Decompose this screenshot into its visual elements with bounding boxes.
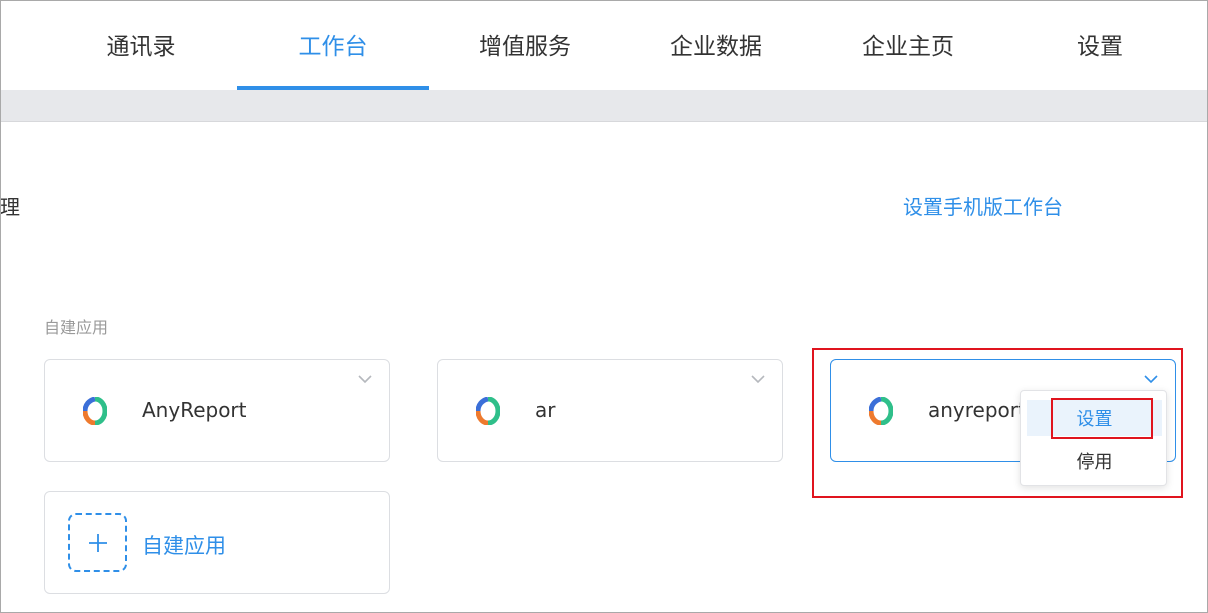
- tab-enterprise-data[interactable]: 企业数据: [620, 0, 812, 90]
- section-label: 自建应用: [44, 318, 109, 337]
- app-card-ar[interactable]: ar: [437, 359, 783, 462]
- plus-icon: [88, 533, 107, 552]
- mobile-workbench-settings-link[interactable]: 设置手机版工作台: [903, 191, 1063, 220]
- app-name: ar: [535, 398, 556, 422]
- toolbar-band: [0, 90, 1208, 122]
- tab-label: 设置: [1077, 34, 1123, 60]
- page-title-truncated: 理: [0, 195, 20, 219]
- app-name: anyreport: [928, 398, 1026, 422]
- tab-label: 通讯录: [106, 34, 176, 60]
- app-logo-icon: [869, 397, 893, 425]
- add-app-button[interactable]: [68, 513, 127, 572]
- app-actions-dropdown: 设置 停用: [1020, 390, 1167, 486]
- tab-contacts[interactable]: 通讯录: [45, 0, 237, 90]
- menu-item-settings[interactable]: 设置: [1027, 400, 1162, 436]
- tab-enterprise-homepage[interactable]: 企业主页: [812, 0, 1004, 90]
- chevron-down-icon[interactable]: [1143, 373, 1159, 385]
- add-custom-app-card[interactable]: 自建应用: [44, 491, 390, 594]
- app-name: AnyReport: [142, 398, 247, 422]
- add-app-label: 自建应用: [142, 534, 226, 558]
- app-card-anyreport[interactable]: AnyReport: [44, 359, 390, 462]
- tab-label: 工作台: [298, 34, 368, 60]
- app-logo-icon: [476, 397, 500, 425]
- app-logo-icon: [83, 397, 107, 425]
- top-nav: 通讯录 工作台 增值服务 企业数据 企业主页 设置: [0, 0, 1208, 90]
- chevron-down-icon[interactable]: [750, 373, 766, 385]
- tab-label: 增值服务: [479, 34, 571, 60]
- tab-label: 企业主页: [862, 34, 954, 60]
- chevron-down-icon[interactable]: [357, 373, 373, 385]
- tab-workbench[interactable]: 工作台: [237, 0, 429, 90]
- menu-item-disable[interactable]: 停用: [1027, 443, 1162, 479]
- tab-value-added-services[interactable]: 增值服务: [429, 0, 621, 90]
- tab-settings[interactable]: 设置: [1004, 0, 1196, 90]
- tab-label: 企业数据: [670, 34, 762, 60]
